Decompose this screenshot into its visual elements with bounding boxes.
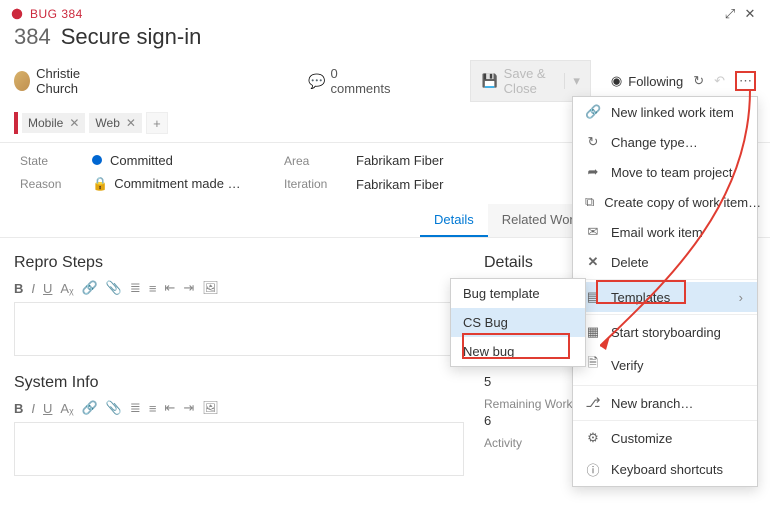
menu-move-to-team-project[interactable]: ➦Move to team project	[573, 157, 757, 187]
work-item-number: 384	[14, 24, 51, 50]
bold-button[interactable]: B	[14, 281, 23, 296]
menu-change-type[interactable]: ↻Change type…	[573, 127, 757, 157]
undo-icon[interactable]: ↶	[714, 73, 725, 89]
more-actions-button[interactable]: ⋯	[735, 71, 756, 91]
more-actions-menu: 🔗New linked work item ↻Change type… ➦Mov…	[572, 96, 758, 487]
menu-delete[interactable]: ✕Delete	[573, 247, 757, 277]
tab-details[interactable]: Details	[420, 204, 488, 237]
submenu-bug-template[interactable]: Bug template	[451, 279, 585, 308]
submenu-new-bug[interactable]: New bug	[451, 337, 585, 366]
outdent-button[interactable]: ⇤	[164, 400, 175, 416]
indent-button[interactable]: ⇥	[183, 280, 194, 296]
tag-accent-bar	[14, 112, 18, 134]
bug-id-label: BUG 384	[30, 7, 83, 21]
bullet-list-button[interactable]: ≣	[130, 400, 141, 416]
customize-icon: ⚙	[585, 430, 601, 446]
repro-steps-editor[interactable]	[14, 302, 464, 356]
comment-icon: 💬	[308, 73, 325, 90]
system-info-heading: System Info	[14, 374, 464, 392]
iteration-value[interactable]: Fabrikam Fiber	[356, 177, 516, 192]
following-toggle[interactable]: ◉ Following	[611, 73, 683, 89]
number-list-button[interactable]: ≡	[149, 401, 157, 416]
italic-button[interactable]: I	[31, 281, 35, 296]
close-icon[interactable]: ✕	[740, 6, 760, 22]
bold-button[interactable]: B	[14, 401, 23, 416]
attach-button[interactable]: 📎	[106, 280, 122, 296]
submenu-cs-bug[interactable]: CS Bug	[451, 308, 585, 337]
menu-templates[interactable]: ▤Templates›	[573, 282, 757, 312]
bug-icon	[10, 7, 24, 21]
menu-new-linked-work-item[interactable]: 🔗New linked work item	[573, 97, 757, 127]
storyboard-icon: ▦	[585, 324, 601, 340]
work-item-title[interactable]: Secure sign-in	[61, 24, 202, 50]
menu-new-branch[interactable]: ⎇New branch…	[573, 388, 757, 418]
italic-button[interactable]: I	[31, 401, 35, 416]
branch-icon: ⎇	[585, 395, 601, 411]
menu-start-storyboarding[interactable]: ▦Start storyboarding	[573, 317, 757, 347]
comments-indicator[interactable]: 💬 0 comments	[308, 66, 390, 96]
repro-steps-heading: Repro Steps	[14, 254, 464, 272]
chevron-right-icon: ›	[739, 290, 743, 305]
reason-value[interactable]: 🔒Commitment made …	[92, 176, 272, 192]
copy-icon: ⧉	[585, 194, 594, 210]
templates-submenu: Bug template CS Bug New bug	[450, 278, 586, 367]
sysinfo-toolbar: B I U Aᵪ 🔗 📎 ≣ ≡ ⇤ ⇥ 🖼	[14, 398, 464, 422]
underline-button[interactable]: U	[43, 401, 52, 416]
iteration-label: Iteration	[284, 177, 344, 191]
menu-customize[interactable]: ⚙Customize	[573, 423, 757, 453]
state-value[interactable]: Committed	[92, 153, 272, 168]
delete-icon: ✕	[585, 254, 601, 270]
chevron-down-icon: ▾	[564, 73, 580, 89]
menu-verify[interactable]: 🗎Verify	[573, 347, 757, 383]
state-label: State	[20, 154, 80, 168]
add-tag-button[interactable]: +	[146, 112, 168, 134]
mail-icon: ✉	[585, 224, 601, 240]
eye-icon: ◉	[611, 73, 622, 89]
attach-button[interactable]: 📎	[106, 400, 122, 416]
tag-remove-icon[interactable]: ✕	[126, 116, 136, 130]
tag-web[interactable]: Web✕	[89, 113, 142, 133]
link-button[interactable]: 🔗	[82, 400, 98, 416]
image-button[interactable]: 🖼	[202, 280, 219, 296]
area-label: Area	[284, 154, 344, 168]
number-list-button[interactable]: ≡	[149, 281, 157, 296]
menu-keyboard-shortcuts[interactable]: ⓘKeyboard shortcuts	[573, 453, 757, 486]
menu-create-copy[interactable]: ⧉Create copy of work item…	[573, 187, 757, 217]
refresh-icon[interactable]: ↻	[693, 73, 704, 89]
font-button[interactable]: Aᵪ	[60, 401, 73, 416]
save-icon: 💾	[481, 73, 497, 89]
state-dot-icon	[92, 155, 102, 165]
reason-label: Reason	[20, 177, 80, 191]
bullet-list-button[interactable]: ≣	[130, 280, 141, 296]
system-info-editor[interactable]	[14, 422, 464, 476]
link-icon: 🔗	[585, 104, 601, 120]
change-icon: ↻	[585, 134, 601, 150]
indent-button[interactable]: ⇥	[183, 400, 194, 416]
verify-icon: 🗎	[585, 354, 601, 376]
underline-button[interactable]: U	[43, 281, 52, 296]
avatar[interactable]	[14, 71, 30, 91]
image-button[interactable]: 🖼	[202, 400, 219, 416]
menu-email-work-item[interactable]: ✉Email work item	[573, 217, 757, 247]
font-button[interactable]: Aᵪ	[60, 281, 73, 296]
tag-mobile[interactable]: Mobile✕	[22, 113, 85, 133]
repro-toolbar: B I U Aᵪ 🔗 📎 ≣ ≡ ⇤ ⇥ 🖼	[14, 278, 464, 302]
expand-icon[interactable]: ⤢	[720, 6, 740, 22]
template-icon: ▤	[585, 289, 601, 305]
link-button[interactable]: 🔗	[82, 280, 98, 296]
comments-count: 0 comments	[331, 66, 391, 96]
move-icon: ➦	[585, 164, 601, 180]
lock-icon: 🔒	[92, 176, 108, 191]
tag-remove-icon[interactable]: ✕	[69, 116, 79, 130]
outdent-button[interactable]: ⇤	[164, 280, 175, 296]
assignee-name[interactable]: Christie Church	[36, 66, 108, 96]
info-icon: ⓘ	[585, 460, 601, 479]
area-value[interactable]: Fabrikam Fiber	[356, 153, 516, 168]
